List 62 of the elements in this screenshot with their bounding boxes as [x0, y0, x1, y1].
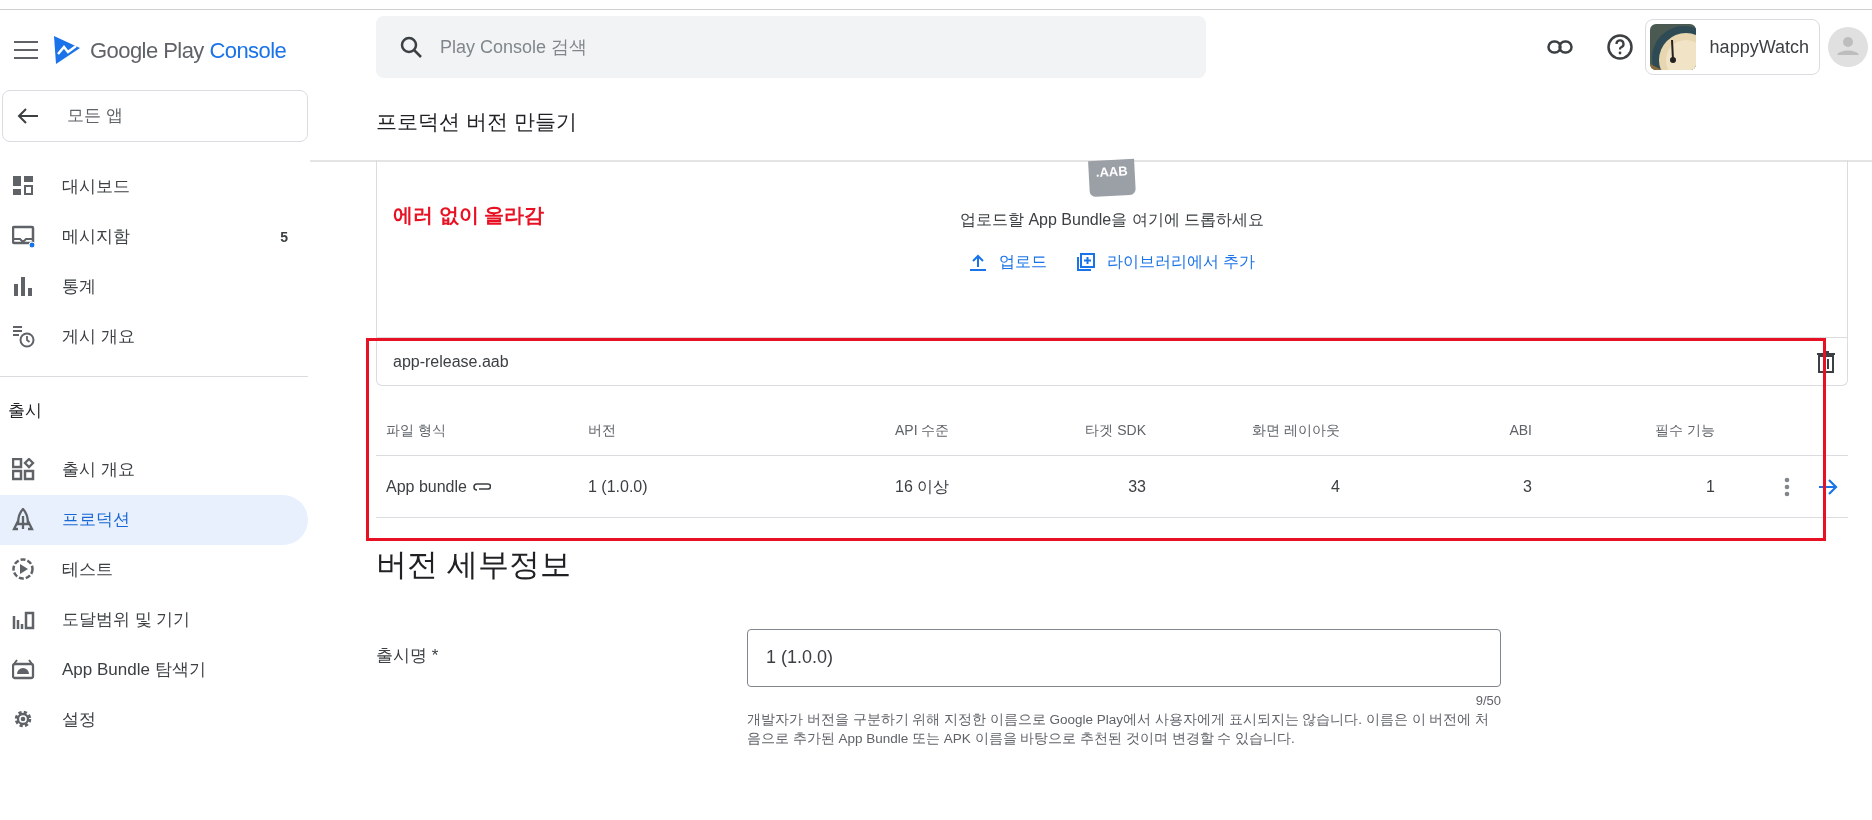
release-name-field[interactable]: 1 (1.0.0) — [747, 628, 1501, 687]
grid-icon — [12, 458, 36, 482]
table-cell-text: 1 — [1705, 476, 1715, 497]
arrow-right-icon[interactable] — [1818, 478, 1838, 495]
column-header: 타겟 SDK — [1084, 421, 1146, 440]
account-chip[interactable]: happyWatch — [1644, 19, 1820, 75]
character-counter: 9/50 — [1475, 691, 1501, 710]
nav-item[interactable]: 도달범위 및 기기 — [0, 595, 308, 645]
list-clock-icon — [12, 325, 36, 349]
more-options-icon[interactable] — [1784, 476, 1790, 497]
column-header: 필수 기능 — [1654, 421, 1715, 440]
nav-item[interactable]: 통계 — [0, 262, 308, 312]
logo-icon — [52, 34, 82, 66]
column-header: 버전 — [588, 421, 617, 440]
account-name: happyWatch — [1709, 35, 1809, 59]
rocket-icon — [12, 508, 36, 532]
delete-icon[interactable] — [1817, 350, 1835, 373]
nav-item[interactable]: 테스트 — [0, 545, 308, 595]
nav-item[interactable]: 메시지함 5 — [0, 212, 308, 262]
action-link[interactable]: 업로드 — [968, 250, 1047, 274]
field-label: 출시명 * — [376, 644, 440, 667]
nav-item[interactable]: 게시 개요 — [0, 312, 308, 362]
add-library-icon — [1076, 253, 1095, 271]
nav-item[interactable]: 출시 개요 — [0, 445, 308, 495]
table-cell-text: 1 (1.0.0) — [588, 476, 649, 497]
back-arrow-icon — [17, 108, 39, 124]
table-cell-text: 3 — [1522, 476, 1532, 497]
search-input[interactable]: Play Console 검색 — [440, 33, 1140, 61]
column-header: API 수준 — [895, 421, 951, 440]
nav-item[interactable]: App Bundle 탐색기 — [0, 645, 308, 695]
section-heading: 버전 세부정보 — [376, 546, 572, 584]
search-icon — [400, 36, 422, 58]
column-header: 파일 형식 — [386, 421, 447, 440]
file-name: app-release.aab — [393, 351, 509, 372]
logo[interactable]: Google Play Console — [52, 33, 287, 67]
table-cell-text: 33 — [1127, 476, 1146, 497]
paperclip-icon — [472, 481, 491, 492]
search-field[interactable]: Play Console 검색 — [376, 16, 1206, 78]
annotation-text: 에러 없이 올라감 — [393, 203, 545, 228]
help-text: 개발자가 버전을 구분하기 위해 지정한 이름으로 Google Play에서 사용자에게 표시되지는 않습니다. 이름은 이 버전에 처음으로 추가된 App Bundle 또는 APK 이름을 바탕으로 추천된 것이며 변경할 수 있습니다. — [747, 711, 1491, 748]
android-box-icon — [12, 658, 36, 682]
table-cell-text: 4 — [1330, 476, 1340, 497]
menu-icon[interactable] — [14, 41, 38, 59]
nav-item[interactable]: 프로덕션 — [0, 495, 308, 545]
play-circle-icon — [12, 558, 36, 582]
column-header: ABI — [1508, 421, 1532, 440]
table-cell-text: 16 이상 — [895, 476, 951, 497]
upload-icon — [968, 253, 987, 271]
drop-prompt: 업로드할 App Bundle을 여기에 드롭하세요 — [959, 210, 1265, 230]
page-title: 프로덕션 버전 만들기 — [376, 109, 577, 136]
table-cell-text: App bundle — [386, 476, 467, 497]
help-icon[interactable] — [1606, 34, 1633, 60]
action-link[interactable]: 라이브러리에서 추가 — [1076, 250, 1256, 274]
nav-item[interactable]: 설정 — [0, 695, 308, 745]
aab-file-icon: .AAB — [1088, 158, 1136, 198]
section-heading: 출시 — [7, 400, 43, 423]
all-apps-button[interactable]: 모든 앱 — [2, 90, 308, 142]
nav-item[interactable]: 대시보드 — [0, 162, 308, 212]
inbox-icon — [12, 225, 36, 249]
column-header: 화면 레이아웃 — [1251, 421, 1340, 440]
unread-count: 5 — [280, 227, 288, 247]
link-icon[interactable] — [1546, 40, 1573, 54]
